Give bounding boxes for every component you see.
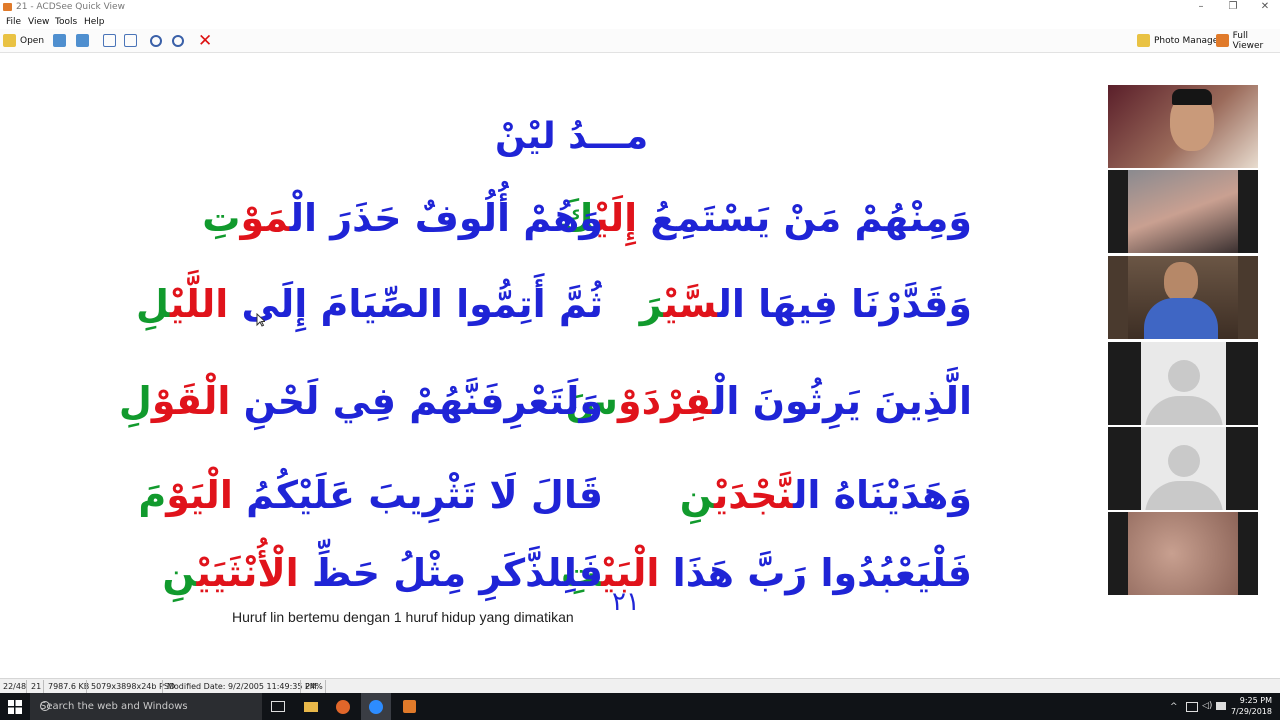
previous-image-icon (53, 34, 66, 47)
verse-line: فَلِلذَّكَرِ مِثْلُ حَظِّ الْأُنْثَيَيْن… (162, 551, 603, 595)
rotate-left-button[interactable] (103, 32, 116, 49)
status-zoom: 24% (305, 682, 323, 691)
toolbar: Open ✕ Photo Manager Full Viewer (0, 29, 1280, 53)
verse-line: وَلَتَعْرِفَنَّهُمْ فِي لَحْنِ الْقَوْلِ (118, 379, 603, 423)
status-file-size: 7987.6 KB (48, 682, 90, 691)
open-button[interactable]: Open (3, 32, 44, 49)
network-icon[interactable] (1186, 702, 1198, 712)
caption-text: Huruf lin bertemu dengan 1 huruf hidup y… (232, 609, 574, 625)
full-viewer-label: Full Viewer (1232, 30, 1264, 51)
restore-button[interactable]: ❐ (1218, 0, 1248, 15)
rotate-left-icon (103, 34, 116, 47)
task-view-button[interactable] (263, 693, 293, 720)
folder-icon (304, 701, 318, 712)
participant-tile-3[interactable] (1108, 256, 1258, 339)
folder-icon (3, 34, 16, 47)
minimize-button[interactable]: – (1186, 0, 1216, 15)
zoom-out-button[interactable] (172, 32, 184, 49)
zoom-in-button[interactable] (150, 32, 162, 49)
clock-date: 7/29/2018 (1230, 707, 1272, 716)
participant-tile-1[interactable] (1108, 85, 1258, 168)
menu-file[interactable]: File (6, 17, 21, 27)
avatar-head-icon (1168, 360, 1200, 392)
image-viewer[interactable]: مـــدُ ليْنْ وَمِنْهُمْ مَنْ يَسْتَمِعُ … (0, 53, 1280, 678)
window-title: 21 - ACDSee Quick View (16, 2, 125, 12)
avatar (1141, 342, 1226, 425)
page-title: مـــدُ ليْنْ (495, 116, 649, 157)
avatar-head-icon (1168, 445, 1200, 477)
verse-line: الَّذِينَ يَرِثُونَ الْفِرْدَوْسَ (565, 379, 972, 423)
menu-view[interactable]: View (28, 17, 49, 27)
search-placeholder: Search the web and Windows (40, 701, 188, 712)
status-name: 21 (31, 682, 42, 691)
zoom-in-icon (150, 34, 162, 47)
zoom-app-button[interactable] (361, 693, 391, 720)
delete-icon: ✕ (198, 30, 213, 51)
verse-line: وَهُمْ أُلُوفٌ حَذَرَ الْمَوْتِ (202, 196, 603, 240)
avatar-body-icon (1145, 396, 1223, 425)
windows-logo-icon (8, 699, 22, 714)
verse-line: قَالَ لَا تَثْرِيبَ عَلَيْكُمُ الْيَوْمَ (138, 473, 603, 517)
menu-tools[interactable]: Tools (55, 17, 77, 27)
taskbar-search-box[interactable]: Search the web and Windows (30, 693, 262, 720)
previous-image-button[interactable] (53, 32, 66, 49)
title-bar: 21 - ACDSee Quick View – ❐ ✕ (0, 0, 1280, 15)
full-viewer-button[interactable]: Full Viewer (1216, 30, 1280, 51)
taskbar-clock[interactable]: 9:25 PM 7/29/2018 (1228, 695, 1272, 717)
verse-line: وَمِنْهُمْ مَنْ يَسْتَمِعُ إِلَيْكَ (558, 196, 972, 240)
zoom-app-icon (369, 699, 383, 714)
photo-manager-icon (1137, 34, 1150, 47)
acdsee-taskbar-button[interactable] (394, 693, 424, 720)
next-image-button[interactable] (76, 32, 89, 49)
delete-button[interactable]: ✕ (198, 30, 213, 51)
participant-tile-2[interactable] (1108, 170, 1258, 253)
participant-face (1164, 262, 1198, 302)
status-bar: 22/48 21 7987.6 KB 5079x3898x24b PSD Mod… (0, 678, 1280, 694)
firefox-icon (336, 699, 350, 714)
firefox-button[interactable] (328, 693, 358, 720)
verse-line: وَقَدَّرْنَا فِيهَا السَّيْرَ (639, 282, 972, 326)
mouse-cursor-icon (256, 313, 265, 327)
full-viewer-icon (1216, 34, 1229, 47)
participant-video (1128, 170, 1238, 253)
participant-cap (1172, 89, 1212, 105)
clock-time: 9:25 PM (1239, 696, 1272, 705)
tray-chevron-icon[interactable]: ^ (1170, 702, 1178, 712)
participant-tile-6[interactable] (1108, 512, 1258, 595)
notification-icon[interactable] (1216, 702, 1226, 710)
participant-tile-4[interactable] (1108, 342, 1258, 425)
start-button[interactable] (0, 693, 30, 720)
acdsee-icon (402, 700, 416, 713)
open-label: Open (20, 35, 45, 46)
avatar-body-icon (1145, 481, 1223, 510)
verse-line: وَهَدَيْنَاهُ النَّجْدَيْنِ (679, 473, 972, 517)
volume-icon[interactable]: ◁) (1202, 701, 1212, 711)
menu-bar: File View Tools Help (0, 15, 1280, 29)
close-window-button[interactable]: ✕ (1250, 0, 1280, 15)
participant-tile-5[interactable] (1108, 427, 1258, 510)
acdsee-app-icon (3, 3, 12, 11)
photo-manager-button[interactable]: Photo Manager (1137, 32, 1222, 49)
rotate-right-icon (124, 34, 137, 47)
participant-video (1128, 512, 1238, 595)
next-image-icon (76, 34, 89, 47)
status-index: 22/48 (3, 682, 27, 691)
menu-help[interactable]: Help (84, 17, 105, 27)
photo-manager-label: Photo Manager (1154, 35, 1222, 46)
avatar (1141, 427, 1226, 510)
file-explorer-button[interactable] (296, 693, 326, 720)
zoom-out-icon (172, 34, 184, 47)
participant-shirt (1144, 298, 1218, 339)
task-view-icon (271, 701, 285, 712)
verse-line: ثُمَّ أَتِمُّوا الصِّيَامَ إِلَى اللَّيْ… (136, 282, 603, 326)
taskbar: Search the web and Windows ^ ◁) 9:25 PM … (0, 693, 1280, 720)
page-number: ٢١ (612, 587, 640, 617)
status-modified-date: Modified Date: 9/2/2005 11:49:35 PM (167, 682, 317, 691)
rotate-right-button[interactable] (124, 32, 137, 49)
